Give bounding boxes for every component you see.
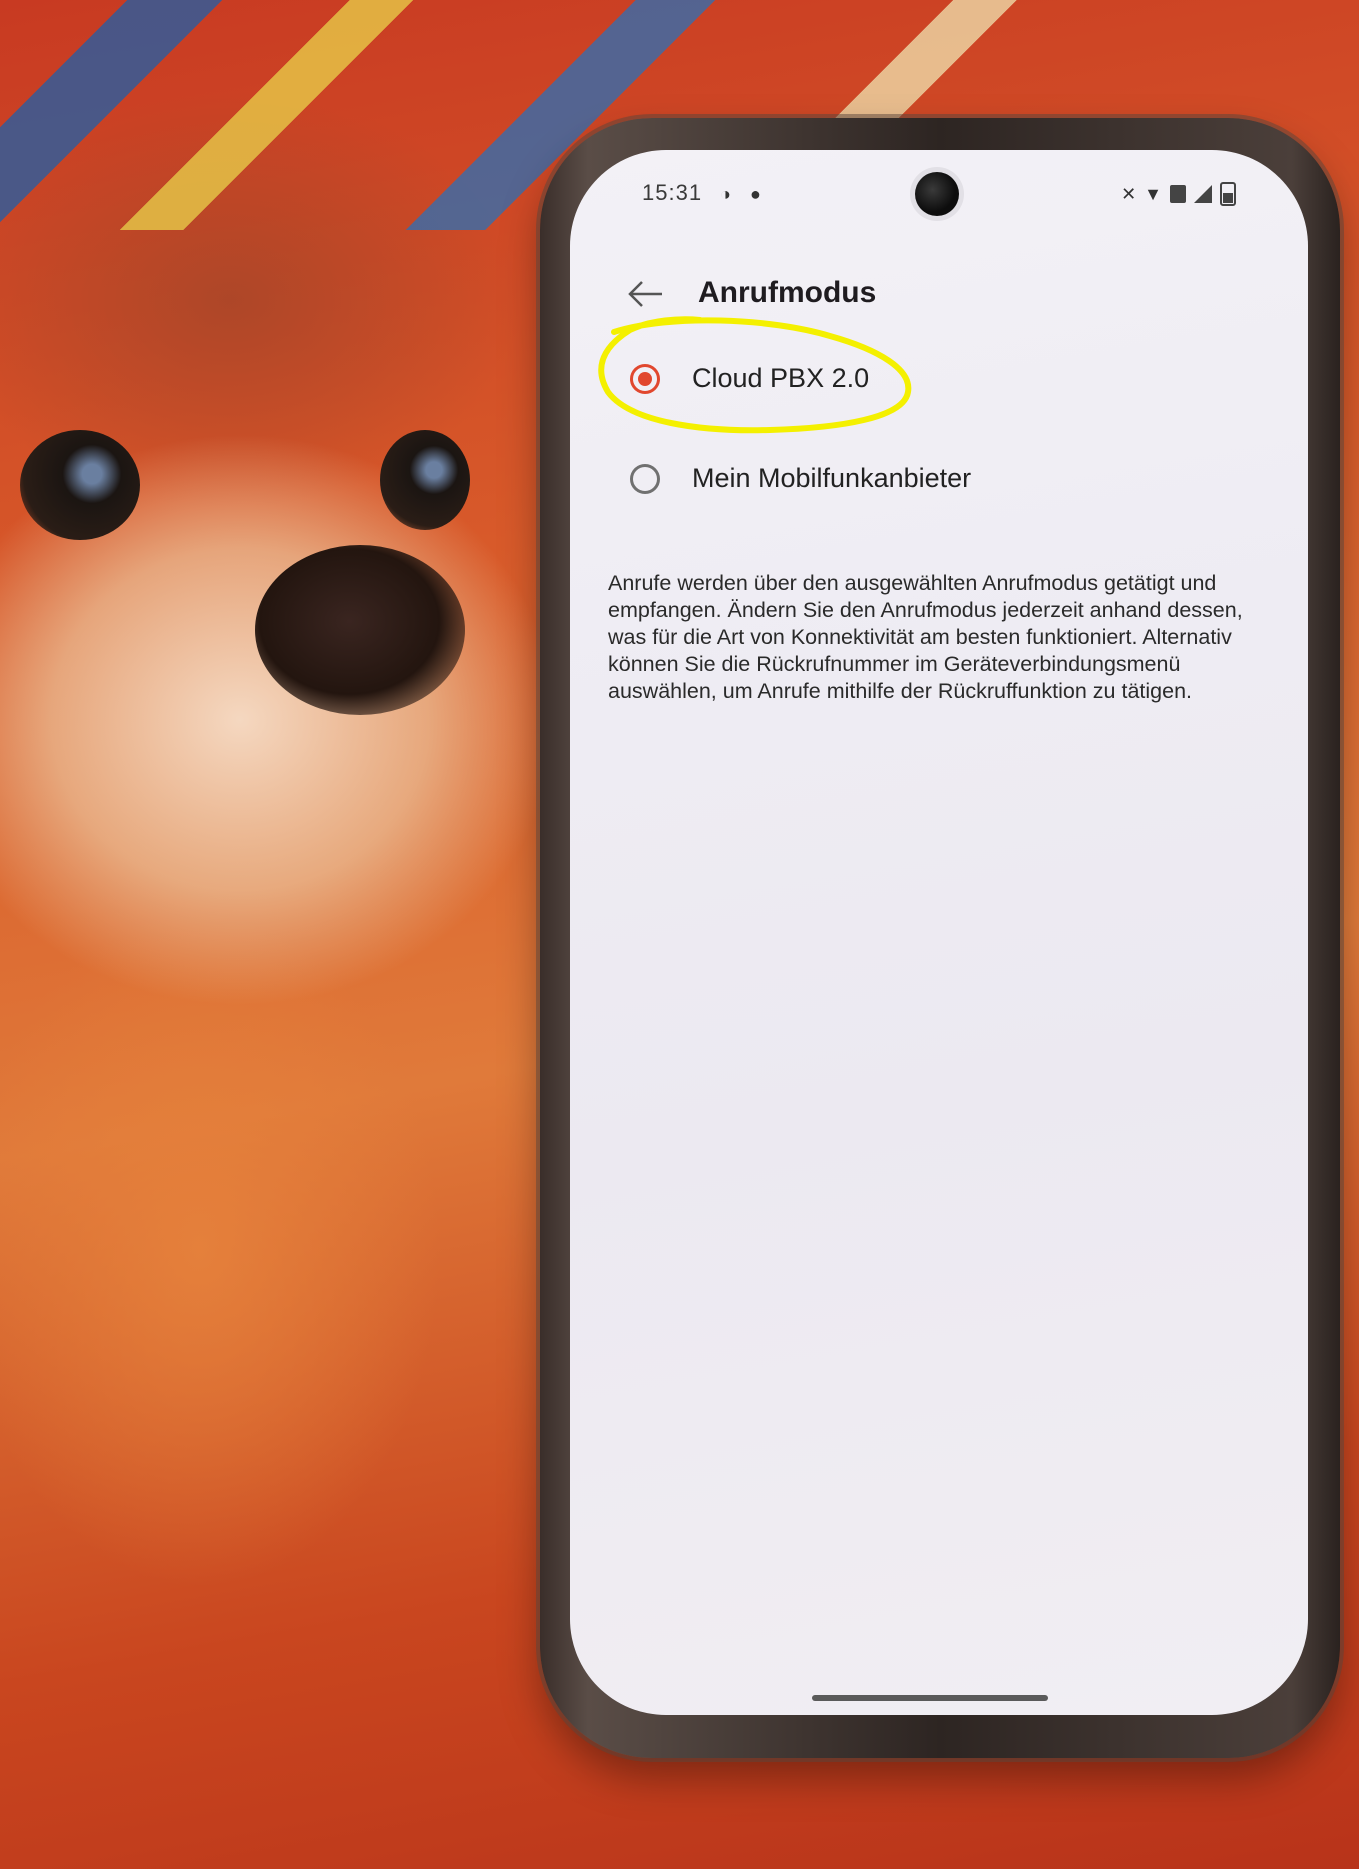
radio-option-cloud-pbx[interactable]: Cloud PBX 2.0 [610,342,1250,422]
description-text: Anrufe werden über den ausgewählten Anru… [608,571,1243,703]
radio-option-mobilfunkanbieter[interactable]: Mein Mobilfunkanbieter [610,442,1250,522]
key-icon: ● [750,184,761,204]
dog-eye-left [20,430,140,540]
dog-nose [255,545,465,715]
app-bar: Anrufmodus [570,250,1308,330]
back-button[interactable] [622,270,670,318]
radio-label: Cloud PBX 2.0 [692,363,870,393]
brightness-icon: ◑ [720,184,731,204]
radio-button-unselected[interactable] [630,464,660,494]
mute-icon: ✕ [1121,183,1137,204]
radio-label: Mein Mobilfunkanbieter [692,463,972,493]
status-bar: 15:31 ◑ ● ✕ ▼ [570,150,1308,230]
volte-icon [1170,185,1186,203]
status-time: 15:31 [642,180,703,205]
gesture-navigation-bar[interactable] [812,1695,1048,1701]
wifi-icon: ▼ [1144,183,1162,204]
signal-icon [1194,185,1212,203]
front-camera [915,172,959,216]
status-icons: ✕ ▼ [1121,182,1236,206]
dog-eye-right [380,430,470,530]
battery-icon [1220,182,1236,206]
arrow-left-icon [628,281,662,307]
phone-screen: 15:31 ◑ ● ✕ ▼ Anrufmodus Cloud PBX 2.0 M… [570,150,1308,1715]
radio-button-selected[interactable] [630,364,660,394]
page-title: Anrufmodus [698,276,877,309]
